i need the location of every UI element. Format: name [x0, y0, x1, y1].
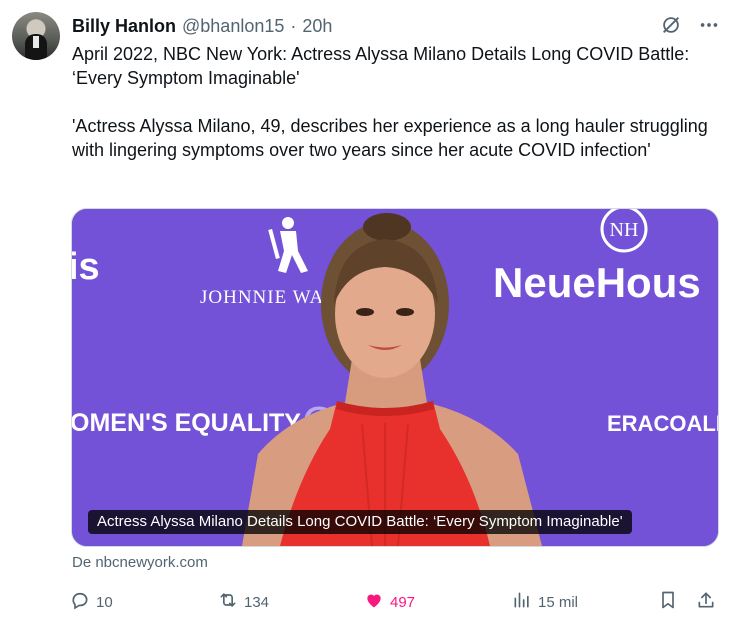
- tweet[interactable]: Billy Hanlon @bhanlon15 · 20h April 2022…: [0, 0, 742, 624]
- backdrop-neuehouse-text: NeueHous: [493, 259, 701, 306]
- bookmark-icon: [658, 590, 678, 614]
- link-card[interactable]: is JOHNNIE WA NH NeueHous OMEN'S EQUALIT…: [71, 208, 719, 547]
- timestamp[interactable]: 20h: [302, 16, 332, 37]
- avatar[interactable]: [12, 12, 60, 60]
- share-button[interactable]: [696, 590, 716, 614]
- views-icon: [512, 590, 532, 614]
- separator-dot: ·: [290, 15, 297, 36]
- card-source-link[interactable]: De nbcnewyork.com: [72, 554, 208, 571]
- avatar-shirt: [33, 36, 39, 48]
- card-caption: Actress Alyssa Milano Details Long COVID…: [88, 510, 632, 534]
- tweet-paragraph-1: April 2022, NBC New York: Actress Alyssa…: [72, 44, 690, 88]
- card-image: is JOHNNIE WA NH NeueHous OMEN'S EQUALIT…: [72, 209, 718, 546]
- tweet-header: Billy Hanlon @bhanlon15 · 20h: [72, 14, 332, 38]
- more-icon[interactable]: [698, 14, 720, 36]
- tweet-text: April 2022, NBC New York: Actress Alyssa…: [72, 42, 722, 162]
- reply-icon: [70, 590, 90, 614]
- author-name[interactable]: Billy Hanlon: [72, 16, 176, 37]
- like-icon: [364, 590, 384, 614]
- tweet-paragraph-2: 'Actress Alyssa Milano, 49, describes he…: [72, 116, 708, 160]
- reply-count: 10: [96, 593, 113, 611]
- like-button[interactable]: 497: [364, 590, 415, 614]
- views-button[interactable]: 15 mil: [512, 590, 578, 614]
- repost-button[interactable]: 134: [218, 590, 269, 614]
- monogram-text: NH: [610, 219, 639, 241]
- repost-count: 134: [244, 593, 270, 611]
- backdrop-left-fragment: is: [72, 246, 100, 288]
- repost-icon: [218, 590, 238, 614]
- backdrop-coalition-text: ERACOALITIO: [607, 411, 718, 436]
- tweet-actions: 10 134 497 15 mil: [0, 584, 742, 618]
- like-count: 497: [390, 593, 416, 611]
- grok-icon[interactable]: [660, 14, 682, 36]
- tweet-top-actions: [660, 14, 720, 36]
- backdrop-johnnie-text: JOHNNIE WA: [200, 287, 324, 308]
- bookmark-button[interactable]: [658, 590, 678, 614]
- views-count: 15 mil: [538, 593, 579, 611]
- share-icon: [696, 590, 716, 614]
- reply-button[interactable]: 10: [70, 590, 113, 614]
- author-handle[interactable]: @bhanlon15: [182, 16, 284, 37]
- backdrop-womens-equality-text: OMEN'S EQUALITY: [72, 409, 301, 437]
